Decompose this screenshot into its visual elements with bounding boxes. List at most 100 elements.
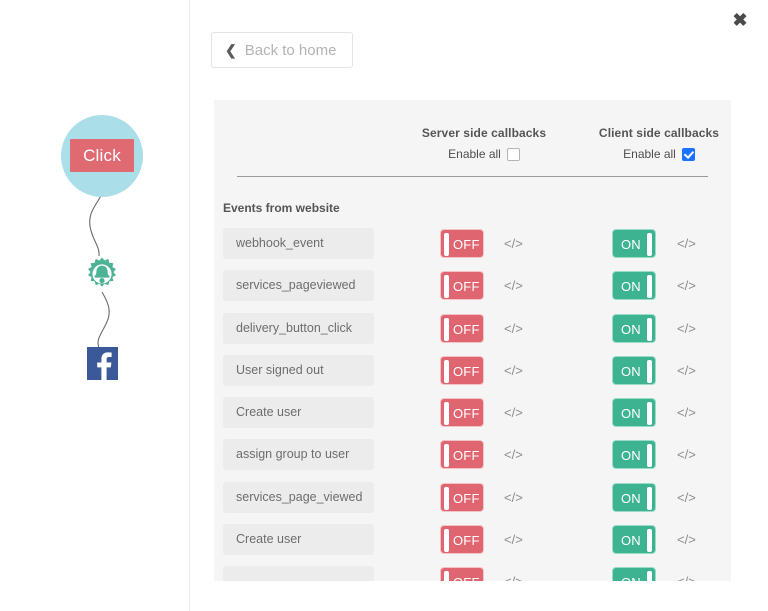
toggle-state-label: OFF <box>453 357 480 386</box>
client-code-icon[interactable]: </> <box>677 567 696 581</box>
event-name-chip: webhook_event <box>223 228 374 259</box>
enable-all-label-client: Enable all <box>623 147 676 161</box>
back-to-home-label: Back to home <box>245 42 337 59</box>
server-callback-toggle[interactable]: OFF <box>440 525 484 554</box>
toggle-state-label: OFF <box>453 441 480 470</box>
event-name-chip: services_pageviewed <box>223 270 374 301</box>
server-callback-toggle[interactable]: OFF <box>440 271 484 300</box>
column-title-client: Client side callbacks <box>569 126 731 140</box>
client-callback-toggle[interactable]: ON <box>612 271 656 300</box>
onboarding-flow-illustration: Click <box>0 40 190 370</box>
client-callback-toggle[interactable]: ON <box>612 356 656 385</box>
enable-all-label-server: Enable all <box>448 147 501 161</box>
server-callback-toggle[interactable]: OFF <box>440 229 484 258</box>
toggle-knob <box>444 402 449 425</box>
toggle-state-label: OFF <box>453 568 480 581</box>
client-callback-toggle[interactable]: ON <box>612 229 656 258</box>
client-code-icon[interactable]: </> <box>677 314 696 343</box>
server-callback-toggle[interactable]: OFF <box>440 356 484 385</box>
toggle-knob <box>444 529 449 552</box>
server-code-icon[interactable]: </> <box>504 356 523 385</box>
header-divider <box>237 176 708 177</box>
toggle-state-label: OFF <box>453 230 480 259</box>
callbacks-settings-panel: Server side callbacks Enable all Client … <box>214 100 731 581</box>
client-code-icon[interactable]: </> <box>677 229 696 258</box>
client-code-icon[interactable]: </> <box>677 398 696 427</box>
event-name-chip: Create user <box>223 397 374 428</box>
enable-all-server[interactable]: Enable all <box>394 147 574 161</box>
server-code-icon[interactable]: </> <box>504 271 523 300</box>
event-name-chip: delivery_button_click <box>223 313 374 344</box>
chevron-left-icon: ❮ <box>225 43 237 57</box>
enable-all-checkbox-client[interactable] <box>682 148 695 161</box>
server-code-icon[interactable]: </> <box>504 483 523 512</box>
toggle-knob <box>444 360 449 383</box>
server-callback-toggle[interactable]: OFF <box>440 567 484 581</box>
toggle-knob <box>444 571 449 581</box>
toggle-knob <box>647 275 652 298</box>
client-callback-toggle[interactable]: ON <box>612 314 656 343</box>
table-row: User signed outOFF</>ON</> <box>214 352 731 394</box>
back-to-home-button[interactable]: ❮ Back to home <box>211 32 353 68</box>
toggle-knob <box>647 360 652 383</box>
toggle-state-label: ON <box>621 484 641 513</box>
toggle-state-label: OFF <box>453 315 480 344</box>
toggle-knob <box>444 318 449 341</box>
client-callback-toggle[interactable]: ON <box>612 483 656 512</box>
client-callback-toggle[interactable]: ON <box>612 398 656 427</box>
toggle-state-label: ON <box>621 441 641 470</box>
server-callback-toggle[interactable]: OFF <box>440 398 484 427</box>
close-icon[interactable]: ✖ <box>728 8 752 32</box>
client-callback-toggle[interactable]: ON <box>612 440 656 469</box>
click-button[interactable]: Click <box>70 139 134 172</box>
table-row: services_page_viewed OFF </> ON </> <box>214 479 731 521</box>
toggle-knob <box>444 487 449 510</box>
event-name-chip: Create user <box>223 524 374 555</box>
connector-squiggle <box>0 40 190 370</box>
table-row: services_pageviewed OFF </> ON </> <box>214 267 731 309</box>
events-list: webhook_eventOFF</>ON</>services_pagevie… <box>214 225 731 581</box>
server-callback-toggle[interactable]: OFF <box>440 483 484 512</box>
column-header-server: Server side callbacks Enable all <box>394 126 574 161</box>
client-code-icon[interactable]: </> <box>677 525 696 554</box>
toggle-knob <box>647 318 652 341</box>
server-code-icon[interactable]: </> <box>504 229 523 258</box>
server-code-icon[interactable]: </> <box>504 525 523 554</box>
toggle-knob <box>647 444 652 467</box>
server-code-icon[interactable]: </> <box>504 440 523 469</box>
client-callback-toggle[interactable]: ON <box>612 567 656 581</box>
toggle-state-label: ON <box>621 357 641 386</box>
toggle-state-label: ON <box>621 568 641 581</box>
toggle-state-label: OFF <box>453 272 480 301</box>
toggle-state-label: ON <box>621 315 641 344</box>
table-row: OFF </> ON </> <box>214 563 731 581</box>
client-callback-toggle[interactable]: ON <box>612 525 656 554</box>
server-code-icon[interactable]: </> <box>504 567 523 581</box>
section-label-events: Events from website <box>223 201 340 215</box>
table-row: assign group to user OFF </> ON </> <box>214 436 731 478</box>
toggle-knob <box>647 402 652 425</box>
toggle-state-label: OFF <box>453 484 480 513</box>
enable-all-checkbox-server[interactable] <box>507 148 520 161</box>
table-row: webhook_event OFF </> ON </> <box>214 225 731 267</box>
client-code-icon[interactable]: </> <box>677 271 696 300</box>
main-pane: ✖ ❮ Back to home Server side callbacks E… <box>191 0 768 611</box>
server-callback-toggle[interactable]: OFF <box>440 440 484 469</box>
table-row: Create user OFF </> ON </> <box>214 521 731 563</box>
server-code-icon[interactable]: </> <box>504 398 523 427</box>
toggle-knob <box>647 529 652 552</box>
gear-ghost-icon <box>84 256 120 292</box>
server-callback-toggle[interactable]: OFF <box>440 314 484 343</box>
client-code-icon[interactable]: </> <box>677 483 696 512</box>
toggle-knob <box>444 275 449 298</box>
toggle-state-label: ON <box>621 399 641 428</box>
client-code-icon[interactable]: </> <box>677 356 696 385</box>
server-code-icon[interactable]: </> <box>504 314 523 343</box>
client-code-icon[interactable]: </> <box>677 440 696 469</box>
table-row: delivery_button_click OFF </> ON </> <box>214 310 731 352</box>
event-name-chip: assign group to user <box>223 439 374 470</box>
table-row: Create user OFF </> ON </> <box>214 394 731 436</box>
event-name-chip: services_page_viewed <box>223 482 374 513</box>
enable-all-client[interactable]: Enable all <box>569 147 731 161</box>
facebook-icon <box>87 347 118 380</box>
